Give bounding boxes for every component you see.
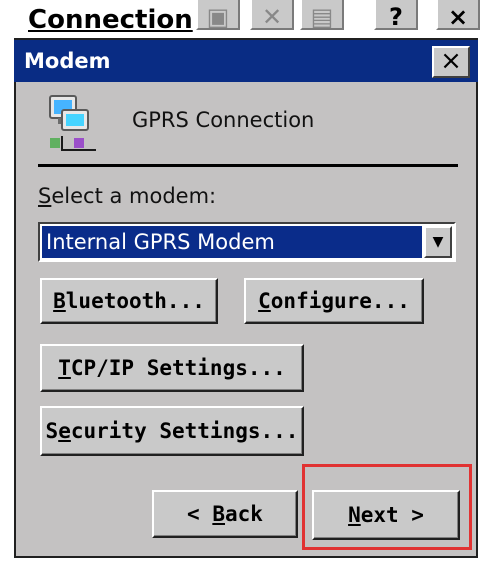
dialog-title: Modem [24,49,111,73]
disk-icon[interactable]: ▣ [196,0,240,30]
select-modem-label: Select a modem: [38,184,217,208]
modem-select-value[interactable]: Internal GPRS Modem [42,226,422,258]
parent-window-title: Connection [28,5,193,34]
connection-name-label: GPRS Connection [132,108,315,132]
security-settings-button[interactable]: Security Settings... [40,406,304,456]
network-connection-icon [36,94,108,158]
dialog-close-button[interactable]: × [432,46,470,78]
cut-icon[interactable]: ✕ [250,0,294,30]
configure-button[interactable]: Configure... [244,278,424,324]
properties-icon[interactable]: ▤ [300,0,344,30]
parent-close-button[interactable]: × [436,0,480,30]
back-button[interactable]: < Back [152,490,298,538]
dropdown-arrow-icon[interactable]: ▼ [424,226,452,258]
tcpip-settings-button[interactable]: TCP/IP Settings... [40,344,304,392]
bluetooth-button[interactable]: Bluetooth... [40,278,218,324]
annotation-highlight-box [302,464,472,550]
separator-line [38,164,458,167]
help-button[interactable]: ? [374,0,418,30]
